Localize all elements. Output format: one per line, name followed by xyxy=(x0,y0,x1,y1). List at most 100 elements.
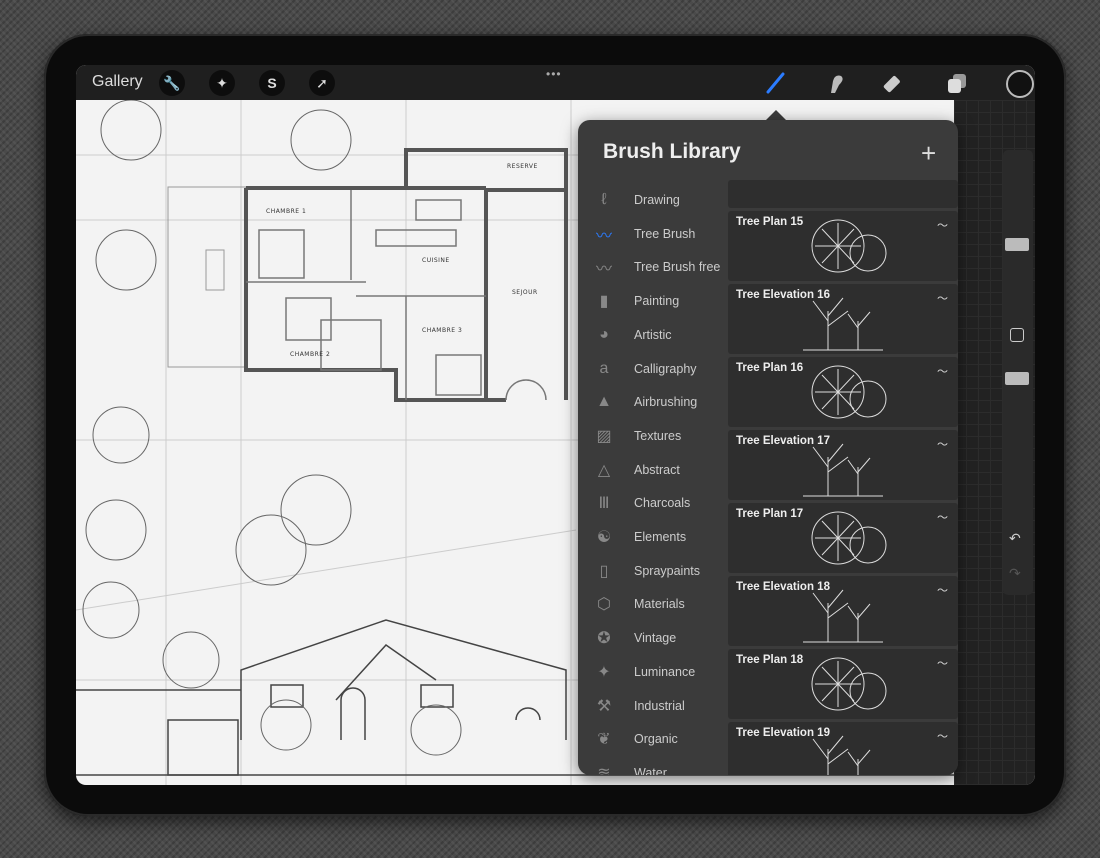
category-label: Tree Brush free xyxy=(634,260,721,275)
category-icon: △ xyxy=(597,461,611,479)
category-label: Painting xyxy=(634,294,680,309)
brush-name: Tree Plan 18 xyxy=(736,654,804,666)
category-icon: 〰 xyxy=(595,227,612,245)
category-label: Industrial xyxy=(634,698,685,713)
tree-plan-preview-icon xyxy=(811,219,887,273)
category-label: Elements xyxy=(634,530,687,544)
brush-row-partial[interactable] xyxy=(728,180,958,208)
brush-category-vintage[interactable]: ✪ Vintage xyxy=(592,623,732,653)
brush-category-industrial[interactable]: ⚒ Industrial xyxy=(592,691,732,721)
tree-plan-preview-icon xyxy=(811,365,887,419)
category-label: Organic xyxy=(634,732,678,747)
room-label-chambre-2: CHAMBRE 2 xyxy=(290,351,330,358)
category-icon: ✦ xyxy=(597,663,611,681)
popover-arrow xyxy=(766,110,786,120)
wrench-icon[interactable]: 🔧 xyxy=(159,70,185,96)
category-label: Textures xyxy=(634,428,682,443)
brush-category-painting[interactable]: ▮ Painting xyxy=(592,286,732,316)
brush-category-tree-brush-free[interactable]: 〰 Tree Brush free xyxy=(592,252,732,282)
eraser-icon[interactable] xyxy=(881,70,909,96)
category-icon: ≋ xyxy=(597,764,611,775)
brush-size-slider[interactable] xyxy=(1005,238,1029,251)
brush-category-calligraphy[interactable]: a Calligraphy xyxy=(592,354,732,384)
brush-item[interactable]: Tree Plan 15 〜 xyxy=(728,211,958,281)
category-icon: ▯ xyxy=(599,562,609,580)
brush-item[interactable]: Tree Elevation 18 〜 xyxy=(728,576,958,646)
room-label-sejour: SEJOUR xyxy=(512,289,538,296)
brush-name: Tree Plan 16 xyxy=(736,362,804,374)
undo-icon[interactable]: ↶ xyxy=(1009,530,1021,547)
brush-category-water[interactable]: ≋ Water xyxy=(592,758,732,775)
brush-stroke-preview-icon: 〜 xyxy=(937,366,948,378)
category-icon: ⬡ xyxy=(597,596,611,614)
redo-icon[interactable]: ↷ xyxy=(1009,565,1021,582)
category-icon: Ⅲ xyxy=(598,495,610,513)
sidebar-sliders: ↶ ↷ xyxy=(1003,150,1033,595)
top-toolbar: Gallery 🔧 ✦ S ➚ ••• xyxy=(76,65,1035,100)
category-icon: ☯ xyxy=(596,529,612,546)
brush-name: Tree Elevation 16 xyxy=(736,289,830,301)
opacity-slider[interactable] xyxy=(1005,372,1029,385)
brush-item[interactable]: Tree Plan 17 〜 xyxy=(728,503,958,573)
brush-name: Tree Elevation 17 xyxy=(736,435,830,447)
category-icon: 〰 xyxy=(595,261,612,279)
room-label-cuisine: CUISINE xyxy=(422,257,450,264)
add-brush-set-button[interactable]: + xyxy=(921,138,936,169)
category-icon: ◕ xyxy=(599,325,609,343)
brush-stroke-preview-icon: 〜 xyxy=(937,731,948,743)
brush-library-panel: Brush Library + ℓ Drawing 〰 Tree Brush 〰 Tree… xyxy=(578,120,958,775)
category-icon: ▲ xyxy=(596,393,612,411)
category-label: Abstract xyxy=(634,462,680,477)
brush-category-materials[interactable]: ⬡ Materials xyxy=(592,589,732,619)
category-label: Materials xyxy=(634,597,685,612)
category-icon: ℓ xyxy=(601,191,607,208)
category-label: Vintage xyxy=(634,631,677,646)
gallery-button[interactable]: Gallery xyxy=(92,73,143,91)
brush-category-spraypaints[interactable]: ▯ Spraypaints xyxy=(592,556,732,586)
category-icon: ▨ xyxy=(596,427,612,445)
category-label: Charcoals xyxy=(634,496,691,511)
brush-category-abstract[interactable]: △ Abstract xyxy=(592,455,732,485)
category-label: Luminance xyxy=(634,664,696,679)
brush-icon[interactable] xyxy=(761,70,789,96)
brush-stroke-preview-icon: 〜 xyxy=(937,658,948,670)
category-label: Water xyxy=(634,765,667,775)
brush-library-title: Brush Library xyxy=(603,140,741,163)
brush-stroke-preview-icon: 〜 xyxy=(937,585,948,597)
brush-category-textures[interactable]: ▨ Textures xyxy=(592,421,732,451)
more-handle-icon[interactable]: ••• xyxy=(546,67,562,81)
transform-arrow-icon[interactable]: ➚ xyxy=(309,70,335,96)
brush-category-airbrushing[interactable]: ▲ Airbrushing xyxy=(592,387,732,417)
category-icon: ▮ xyxy=(599,293,609,311)
brush-category-organic[interactable]: ❦ Organic xyxy=(592,724,732,754)
brush-item[interactable]: Tree Elevation 16 〜 xyxy=(728,284,958,354)
room-labels: CHAMBRE 1 CUISINE RESERVE SEJOUR CHAMBRE… xyxy=(266,163,538,358)
tree-plan-preview-icon xyxy=(811,657,887,711)
brush-category-elements[interactable]: ☯ Elements xyxy=(592,522,732,552)
color-picker-button[interactable] xyxy=(1006,70,1034,98)
category-label: Calligraphy xyxy=(634,361,697,376)
brush-item[interactable]: Tree Plan 18 〜 xyxy=(728,649,958,719)
brush-item[interactable]: Tree Plan 16 〜 xyxy=(728,357,958,427)
brush-name: Tree Elevation 19 xyxy=(736,727,830,739)
category-icon: ❦ xyxy=(597,731,611,749)
category-icon: ⚒ xyxy=(596,697,612,715)
brush-category-artistic[interactable]: ◕ Artistic xyxy=(592,320,732,350)
brush-category-luminance[interactable]: ✦ Luminance xyxy=(592,657,732,687)
selection-icon[interactable]: S xyxy=(259,70,285,96)
brush-item[interactable]: Tree Elevation 19 〜 xyxy=(728,722,958,775)
modify-square-icon[interactable] xyxy=(1010,328,1024,342)
brush-stroke-preview-icon: 〜 xyxy=(937,439,948,451)
brush-category-drawing[interactable]: ℓ Drawing xyxy=(592,185,732,215)
brush-category-tree-brush[interactable]: 〰 Tree Brush xyxy=(592,219,732,249)
layers-icon[interactable] xyxy=(943,70,971,96)
category-label: Drawing xyxy=(634,193,680,207)
brush-item[interactable]: Tree Elevation 17 〜 xyxy=(728,430,958,500)
magic-wand-icon[interactable]: ✦ xyxy=(209,70,235,96)
category-label: Spraypaints xyxy=(634,563,701,578)
brush-stroke-preview-icon: 〜 xyxy=(937,220,948,232)
brush-category-charcoals[interactable]: Ⅲ Charcoals xyxy=(592,488,732,518)
brush-name: Tree Plan 17 xyxy=(736,508,804,520)
brush-name: Tree Plan 15 xyxy=(736,216,804,228)
smudge-icon[interactable] xyxy=(821,70,849,96)
